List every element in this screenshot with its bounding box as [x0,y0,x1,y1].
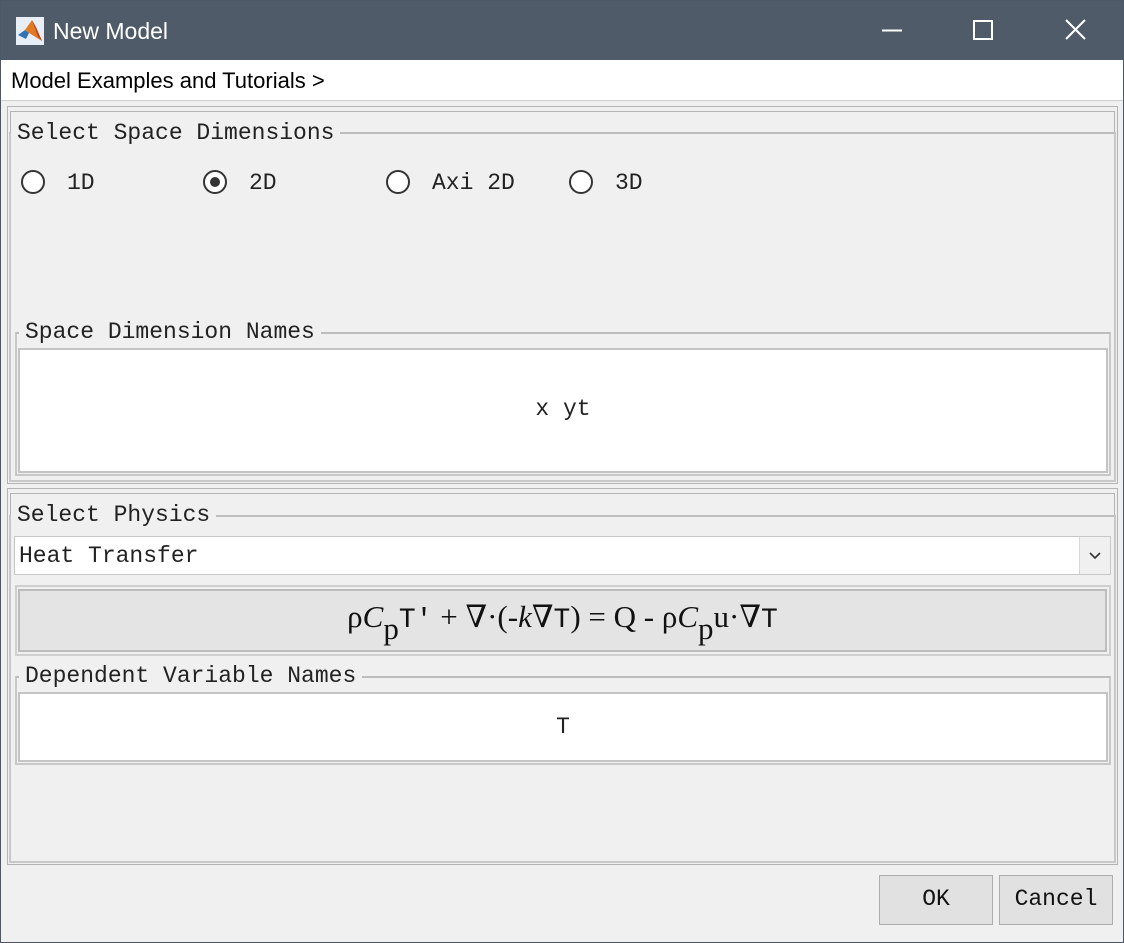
radio-circle-2d[interactable] [203,170,227,194]
physics-equation: ρCpT' + ∇·(-k∇T) = Q - ρCpu·∇T [18,589,1107,652]
physics-select-arrow[interactable] [1079,537,1110,574]
menu-bar: Model Examples and Tutorials > [1,60,1123,101]
cancel-button[interactable]: Cancel [999,875,1113,925]
dependent-variable-names-value: T [556,714,570,740]
radio-circle-3d[interactable] [569,170,593,194]
menu-model-examples-tutorials[interactable]: Model Examples and Tutorials > [11,66,325,96]
space-dimension-names-input[interactable]: x yt [18,348,1108,473]
dependent-variable-names-legend: Dependent Variable Names [19,663,363,689]
maximize-icon [973,20,993,40]
matlab-logo-icon [16,17,44,45]
close-button[interactable] [1030,1,1122,60]
title-bar[interactable]: New Model [1,1,1123,60]
space-dimension-names-legend: Space Dimension Names [19,319,321,345]
ok-button[interactable]: OK [879,875,993,925]
close-icon [1065,19,1086,40]
radio-label-1d: 1D [67,170,95,196]
minimize-button[interactable] [846,1,938,60]
radio-circle-axi-2d[interactable] [386,170,410,194]
dependent-variable-names-input[interactable]: T [18,692,1108,762]
physics-select-value: Heat Transfer [19,543,199,569]
minimize-icon [882,29,902,32]
new-model-dialog: New Model Model Examples and Tutorials >… [0,0,1124,943]
radio-label-2d: 2D [249,170,277,196]
select-space-dimensions-legend: Select Space Dimensions [11,120,341,146]
maximize-button[interactable] [938,1,1030,60]
radio-label-axi-2d: Axi 2D [432,170,515,196]
select-physics-legend: Select Physics [11,502,217,528]
window-title: New Model [53,18,169,44]
chevron-down-icon [1089,552,1101,560]
radio-circle-1d[interactable] [21,170,45,194]
space-dimension-names-value: x yt [535,396,591,422]
radio-selected-dot [210,177,220,187]
radio-label-3d: 3D [615,170,643,196]
physics-select[interactable]: Heat Transfer [14,536,1111,575]
